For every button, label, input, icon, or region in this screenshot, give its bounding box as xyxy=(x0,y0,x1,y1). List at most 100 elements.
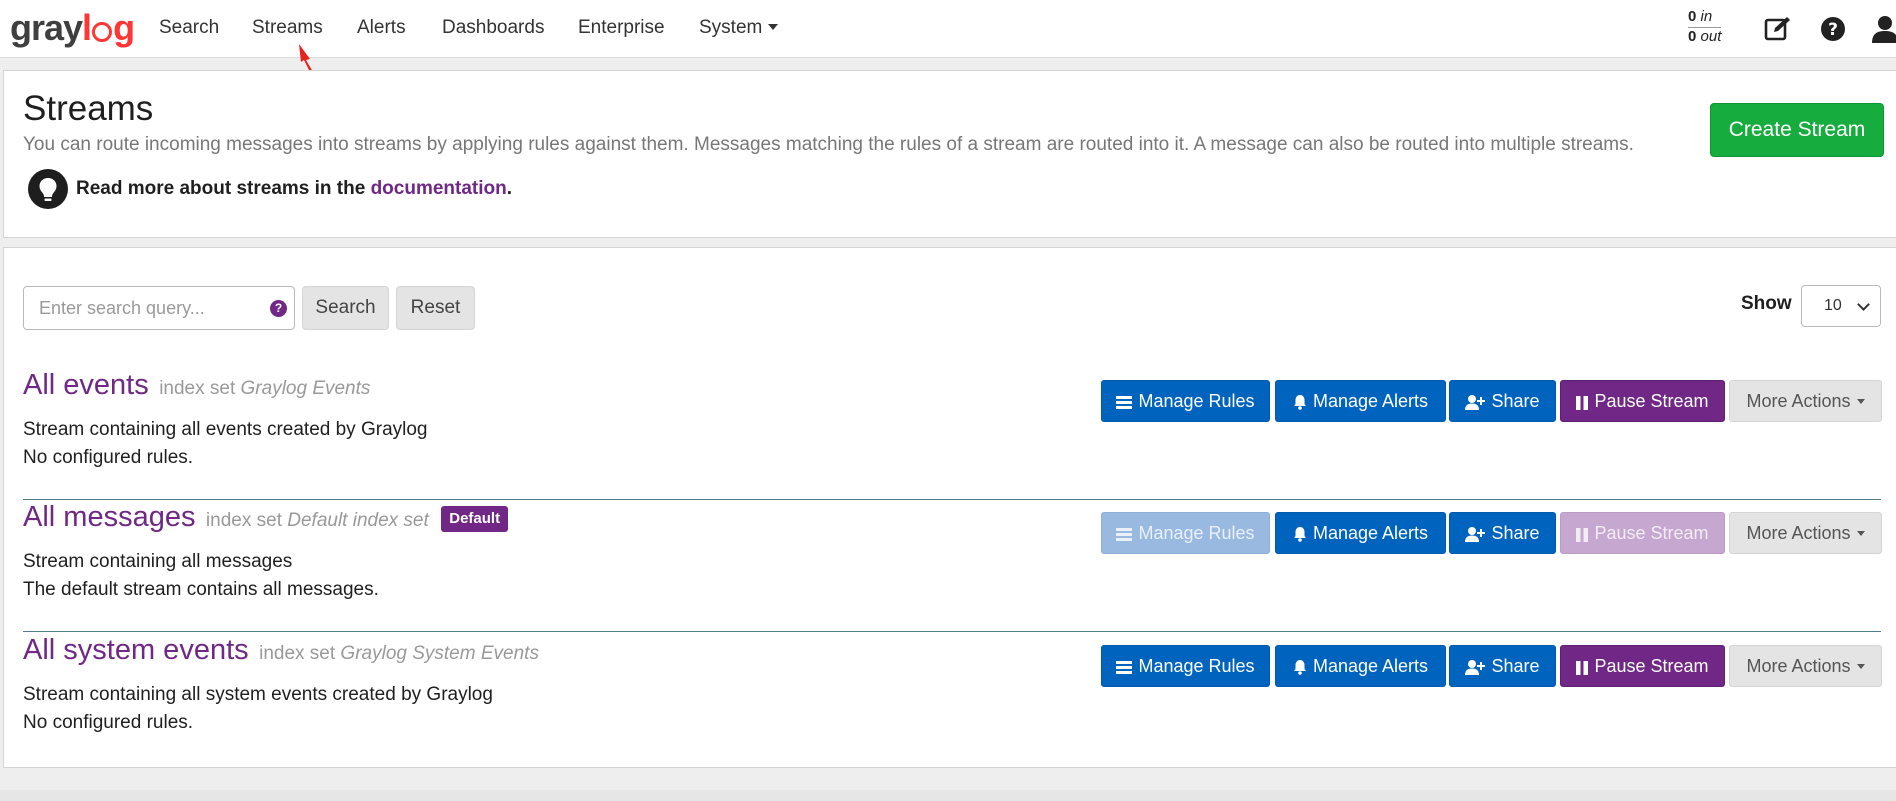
manage-rules-label: Manage Rules xyxy=(1138,656,1255,676)
share-label: Share xyxy=(1491,656,1540,676)
pause-icon xyxy=(1576,661,1589,675)
share-label: Share xyxy=(1491,523,1540,543)
chevron-down-icon xyxy=(1856,664,1865,669)
share-button[interactable]: Share xyxy=(1449,645,1556,687)
more-actions-label: More Actions xyxy=(1746,523,1851,543)
search-help-icon[interactable]: ? xyxy=(270,300,287,317)
pause-stream-label: Pause Stream xyxy=(1594,391,1709,411)
page-size-select[interactable]: 10 xyxy=(1801,285,1881,327)
chevron-down-icon xyxy=(768,24,779,30)
default-badge: Default xyxy=(441,506,509,532)
pause-icon xyxy=(1576,528,1589,542)
bell-icon xyxy=(1293,395,1306,410)
search-input[interactable] xyxy=(23,286,295,330)
throughput-out-value: 0 xyxy=(1688,28,1697,45)
stream-title: All system events index set Graylog Syst… xyxy=(23,633,539,672)
more-actions-button[interactable]: More Actions xyxy=(1729,645,1882,687)
manage-alerts-button[interactable]: Manage Alerts xyxy=(1275,380,1446,422)
stream-description: Stream containing all system events crea… xyxy=(23,684,493,705)
manage-rules-button: Manage Rules xyxy=(1101,512,1270,554)
index-set-prefix: index set xyxy=(159,378,236,399)
nav-dashboards[interactable]: Dashboards xyxy=(442,16,544,40)
read-more-prefix: Read more about streams in the xyxy=(76,178,371,199)
manage-alerts-label: Manage Alerts xyxy=(1312,656,1429,676)
stream-row-all-events: All events index set Graylog Events Stre… xyxy=(23,368,1882,500)
list-icon xyxy=(1116,528,1133,541)
pause-stream-button[interactable]: Pause Stream xyxy=(1560,645,1725,687)
stream-name-link[interactable]: All messages xyxy=(23,501,195,533)
more-actions-button[interactable]: More Actions xyxy=(1729,380,1882,422)
logo-o-mark xyxy=(92,22,113,42)
pause-stream-button[interactable]: Pause Stream xyxy=(1560,380,1725,422)
read-more-suffix: . xyxy=(506,178,513,199)
share-button[interactable]: Share xyxy=(1449,380,1556,422)
pause-stream-label: Pause Stream xyxy=(1594,523,1709,543)
user-plus-icon xyxy=(1465,395,1486,410)
manage-rules-label: Manage Rules xyxy=(1138,391,1255,411)
manage-rules-label: Manage Rules xyxy=(1138,523,1255,543)
chevron-down-icon xyxy=(1856,531,1865,536)
stream-name-link[interactable]: All events xyxy=(23,369,149,401)
nav-system[interactable]: System xyxy=(699,16,779,40)
graylog-logo[interactable]: grayl g xyxy=(10,6,135,50)
nav-system-label: System xyxy=(699,17,763,38)
index-set-name: Graylog Events xyxy=(240,378,371,399)
search-button[interactable]: Search xyxy=(302,286,389,330)
nav-alerts[interactable]: Alerts xyxy=(357,16,406,40)
manage-alerts-button[interactable]: Manage Alerts xyxy=(1275,512,1446,554)
chevron-down-icon xyxy=(1856,399,1865,404)
stream-title: All messages index set Default index set… xyxy=(23,500,509,539)
top-navbar: grayl g Search Streams Alerts Dashboards … xyxy=(0,0,1896,58)
create-stream-button[interactable]: Create Stream xyxy=(1710,103,1884,157)
throughput-indicator[interactable]: 0 in 0 out xyxy=(1688,8,1722,46)
stream-index-set: index set Graylog System Events xyxy=(259,643,539,664)
nav-search[interactable]: Search xyxy=(159,16,219,40)
page-bottom-edge xyxy=(0,790,1896,801)
stream-name-link[interactable]: All system events xyxy=(23,634,249,666)
help-icon[interactable]: ? xyxy=(1818,15,1848,43)
stream-description: Stream containing all events created by … xyxy=(23,419,428,440)
page-size-value: 10 xyxy=(1824,297,1842,314)
page-title: Streams xyxy=(23,89,154,128)
more-actions-button[interactable]: More Actions xyxy=(1729,512,1882,554)
throughput-in-label: in xyxy=(1700,8,1713,25)
stream-description: Stream containing all messages xyxy=(23,551,293,572)
show-label: Show xyxy=(1741,293,1792,314)
manage-alerts-label: Manage Alerts xyxy=(1312,523,1429,543)
documentation-link[interactable]: documentation xyxy=(371,178,507,199)
share-label: Share xyxy=(1491,391,1540,411)
stream-title: All events index set Graylog Events xyxy=(23,368,370,407)
read-more-text: Read more about streams in the documenta… xyxy=(76,177,512,201)
share-button[interactable]: Share xyxy=(1449,512,1556,554)
stream-index-set: index set Graylog Events xyxy=(159,378,370,399)
reset-button[interactable]: Reset xyxy=(396,286,475,330)
index-set-prefix: index set xyxy=(259,643,336,664)
manage-rules-button[interactable]: Manage Rules xyxy=(1101,645,1270,687)
list-icon xyxy=(1116,661,1133,674)
user-icon[interactable] xyxy=(1870,15,1896,43)
list-icon xyxy=(1116,396,1133,409)
index-set-name: Graylog System Events xyxy=(340,643,539,664)
throughput-in-value: 0 xyxy=(1688,8,1697,25)
stream-rules-status: No configured rules. xyxy=(23,447,194,468)
svg-text:?: ? xyxy=(1828,20,1838,40)
manage-alerts-label: Manage Alerts xyxy=(1312,391,1429,411)
edit-icon[interactable] xyxy=(1763,15,1793,43)
index-set-prefix: index set xyxy=(205,510,282,531)
pause-stream-button: Pause Stream xyxy=(1560,512,1725,554)
stream-row-all-system-events: All system events index set Graylog Syst… xyxy=(23,633,1882,765)
manage-alerts-button[interactable]: Manage Alerts xyxy=(1275,645,1446,687)
bell-icon xyxy=(1293,527,1306,542)
stream-row-all-messages: All messages index set Default index set… xyxy=(23,500,1882,632)
lightbulb-icon xyxy=(28,169,68,209)
bell-icon xyxy=(1293,660,1306,675)
nav-streams[interactable]: Streams xyxy=(252,16,323,40)
nav-enterprise[interactable]: Enterprise xyxy=(578,16,665,40)
pause-icon xyxy=(1576,396,1589,410)
stream-index-set: index set Default index set xyxy=(206,510,429,531)
more-actions-label: More Actions xyxy=(1746,656,1851,676)
manage-rules-button[interactable]: Manage Rules xyxy=(1101,380,1270,422)
chevron-down-icon xyxy=(1857,298,1870,311)
pause-stream-label: Pause Stream xyxy=(1594,656,1709,676)
throughput-out-label: out xyxy=(1700,28,1722,45)
